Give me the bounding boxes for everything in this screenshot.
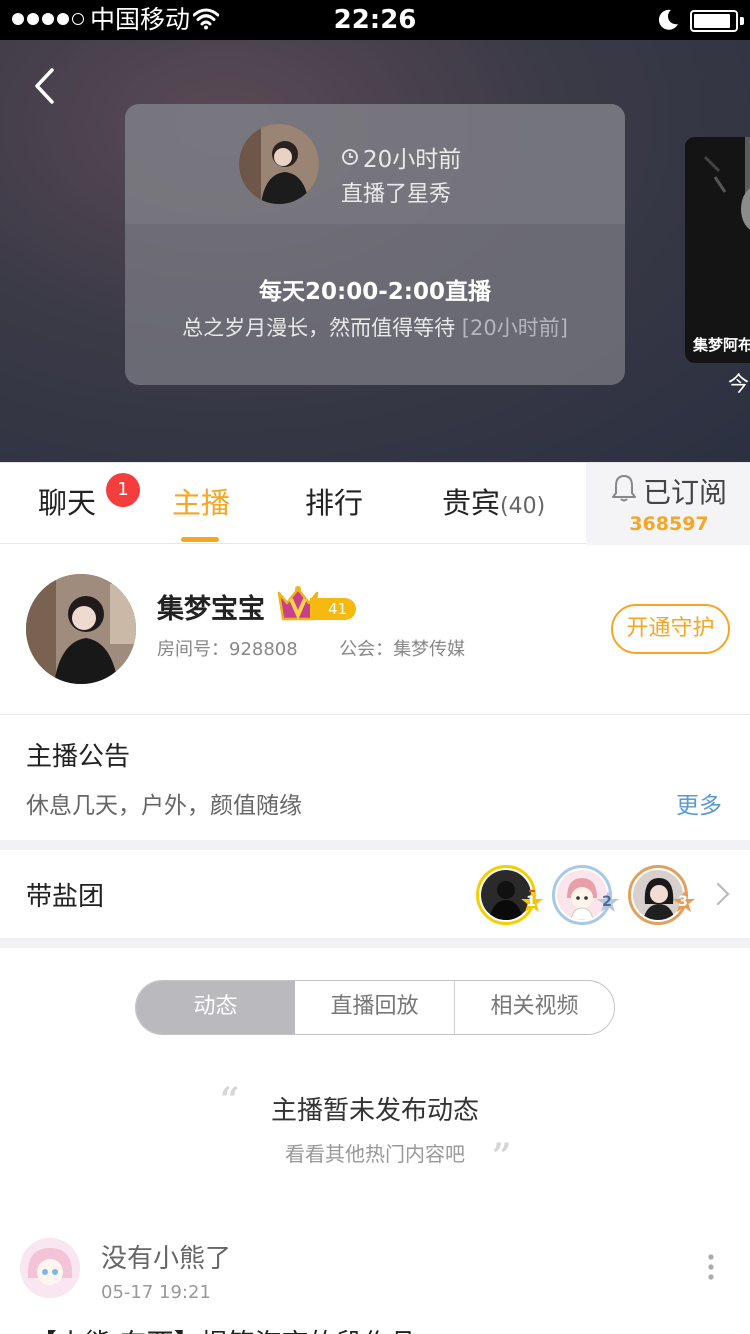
main-tabs: 聊天 1 主播 排行 贵宾(40) 已订阅 368597 [0,462,750,545]
tab-host[interactable]: 主播 [172,483,230,523]
next-record-caption: 今 [728,372,749,396]
live-record-card[interactable]: 20小时前 直播了星秀 每天20:00-2:00直播 总之岁月漫长，然而值得等待… [125,104,625,385]
chevron-left-icon [35,68,54,104]
live-description: 总之岁月漫长，然而值得等待 [20小时前] [125,312,625,342]
next-record-name: 集梦阿布 [693,336,750,354]
chevron-right-icon [716,882,730,910]
notice-title: 主播公告 [26,742,131,772]
card-time: 20小时前 [341,140,461,174]
tab-chat[interactable]: 聊天 [38,483,96,523]
segment-moments[interactable]: 动态 [136,981,295,1034]
host-avatar-small [239,124,319,204]
tab-guests[interactable]: 贵宾(40) [442,483,545,527]
subscribe-button[interactable]: 已订阅 368597 [586,463,750,545]
empty-state-subtitle: 看看其他热门内容吧 [285,1142,465,1166]
battery-icon [690,10,738,32]
clock-icon [342,149,358,165]
post-body[interactable]: 【小熊·东西】揭笛海夜的段作品 [30,1322,417,1334]
quote-close-icon: ” [492,1136,512,1176]
live-action-text: 直播了星秀 [341,182,452,207]
active-tab-indicator [181,537,219,542]
description-time: [20小时前] [461,316,568,340]
bell-icon [611,473,637,507]
room-info: 房间号：928808 公会：集梦传媒 [157,635,465,661]
level-badge: 41 [310,598,356,620]
post-avatar[interactable] [20,1238,80,1298]
host-name: 集梦宝宝 [157,594,265,625]
guild-name: 集梦传媒 [393,639,466,660]
empty-state-title: 主播暂未发布动态 [270,1096,479,1126]
tab-guests-label: 贵宾 [442,486,501,520]
guests-count: (40) [500,494,546,519]
description-text: 总之岁月漫长，然而值得等待 [182,316,456,340]
notice-text: 休息几天，户外，颜值随缘 [26,793,302,819]
back-button[interactable] [24,62,64,110]
post-username[interactable]: 没有小熊了 [101,1238,231,1275]
section-divider [0,840,750,850]
fan-group-row[interactable]: 带盐团 1 2 3 [0,850,750,938]
post-timestamp: 05-17 19:21 [101,1282,211,1303]
fan-rank-1: 1 [520,890,543,912]
host-avatar[interactable] [26,574,136,684]
fan-group-title: 带盐团 [26,882,105,912]
open-guard-button[interactable]: 开通守护 [611,604,730,654]
guild-label: 公会： [339,639,394,660]
microphone-photo [685,137,750,363]
room-label: 房间号： [157,639,229,660]
clock: 22:26 [333,5,417,35]
subscriber-count: 368597 [629,513,709,535]
battery-tip [740,17,744,25]
section-divider [0,938,750,948]
room-id: 928808 [229,639,298,660]
live-schedule: 每天20:00-2:00直播 [259,279,491,305]
notice-more-link[interactable]: 更多 [676,786,722,820]
chat-unread-badge: 1 [106,473,140,507]
subscribe-label: 已订阅 [643,476,728,509]
host-notice: 主播公告 休息几天，户外，颜值随缘 更多 [0,716,750,840]
next-record-card[interactable]: 集梦阿布 [685,137,750,363]
status-bar: 中国移动 22:26 [0,0,750,40]
host-profile: 集梦宝宝 41 房间号：928808 公会：集梦传媒 开通守护 [0,545,750,715]
segment-replays[interactable]: 直播回放 [295,981,455,1034]
moon-icon [656,8,680,36]
fan-rank-2: 2 [596,890,619,912]
tab-rank[interactable]: 排行 [305,483,363,523]
content-segment-control: 动态 直播回放 相关视频 [135,980,615,1035]
segment-related-videos[interactable]: 相关视频 [455,981,614,1034]
hero-banner: 20小时前 直播了星秀 每天20:00-2:00直播 总之岁月漫长，然而值得等待… [0,40,750,462]
time-ago: 20小时前 [363,147,462,173]
more-options-icon[interactable] [706,1254,716,1286]
fan-rank-3: 3 [672,890,695,912]
